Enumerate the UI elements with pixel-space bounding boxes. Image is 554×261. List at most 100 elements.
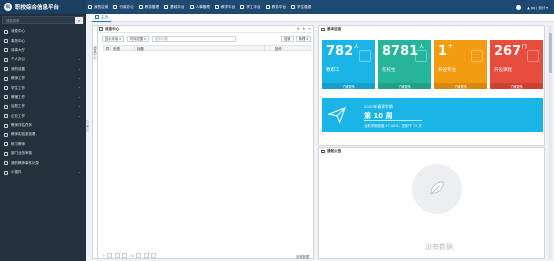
sidebar-item-label: 练习教师 [11, 141, 25, 146]
nav-teaching[interactable]: 教学平台 [214, 0, 235, 14]
learn-more-link[interactable]: 了解更多 [378, 83, 431, 89]
academic-icon [138, 5, 143, 9]
side-label-text: 消息中心 [92, 46, 97, 59]
sidebar-item[interactable]: 教师实验室查看 [0, 130, 86, 139]
last-page-button[interactable] [143, 253, 149, 258]
learn-more-link[interactable]: 了解更多 [322, 83, 375, 89]
prev-page-button[interactable] [114, 253, 120, 258]
brand[interactable]: 科 职校综合信息平台 [0, 0, 86, 14]
stat-card-staff[interactable]: 782 人 教职工 了解更多 [322, 40, 375, 89]
nav-payment[interactable]: 学生缴费 [291, 0, 311, 14]
chevron-down-icon: ⌄ [77, 75, 81, 80]
manage-dropdown[interactable]: 管理 ▾ [295, 35, 311, 42]
title-search-input[interactable]: 搜索标题 [151, 35, 236, 42]
user-menu[interactable]: ▲ qq | 设计 ▾ [527, 5, 548, 10]
menu-icon [4, 123, 8, 128]
chevron-down-icon: ⌄ [77, 66, 81, 71]
search-button[interactable]: 搜索 [281, 35, 294, 42]
stat-card-students[interactable]: 8781 人 在校生 了解更多 [378, 40, 431, 89]
panel-tools: ⚙ ↻ ✕ [297, 27, 311, 31]
teaching-icon [214, 5, 219, 9]
nav-academic[interactable]: 教务管理 [138, 0, 159, 14]
menu-icon [4, 161, 8, 166]
time-range-label: 时间范围 ▾ [129, 37, 146, 41]
top-nav: 我的应用 行政办公 教务管理 基础平台 人事管理 教学平台 学工平台 教务平台 … [88, 0, 316, 14]
panel-side-label[interactable]: 消息中心 [93, 26, 98, 260]
term-progress-card: 2020年春季学期 第 10 周 当前学期进度 47.00%，还剩下 72 天 [322, 98, 543, 132]
sidebar-collapse-toggle[interactable]: ◂ [86, 120, 89, 132]
menu-icon [4, 76, 8, 81]
nav-hr[interactable]: 人事管理 [189, 0, 210, 14]
nav-student-affairs[interactable]: 学工平台 [240, 0, 261, 14]
search-input[interactable]: 搜索菜单 [6, 18, 20, 23]
status-filter[interactable]: 显示未读 ▾ [102, 35, 124, 42]
sidebar-item[interactable]: 消息中心 [0, 27, 86, 36]
stat-unit: 人 [354, 45, 359, 50]
sidebar-item[interactable]: 我的设置 ⌄ [0, 65, 86, 74]
sidebar-item[interactable]: 练习教师 [0, 140, 86, 149]
sidebar-item[interactable]: 企业工作 ⌄ [0, 112, 86, 121]
sidebar-item-label: 部门业务审核 [11, 151, 32, 156]
chevron-down-icon: ⌄ [77, 57, 81, 62]
menu-icon [4, 57, 8, 62]
sidebar-item[interactable]: 我的教师事件记录 [0, 158, 86, 167]
stat-value: 782 [326, 44, 354, 59]
sidebar-item[interactable]: 个人办公 ⌄ [0, 55, 86, 64]
nav-admin-office[interactable]: 行政办公 [113, 0, 134, 14]
refresh-page-button[interactable] [151, 253, 157, 258]
sidebar-item[interactable]: 学生工作 ⌄ [0, 83, 86, 92]
nav-label: 我的应用 [94, 4, 109, 9]
sidebar-item[interactable]: 部门业务审核 [0, 149, 86, 158]
close-icon[interactable]: ✕ [308, 27, 311, 31]
learn-more-link[interactable]: 了解更多 [490, 83, 543, 89]
sidebar-item[interactable]: 待事大厅 [0, 46, 86, 55]
page-scrollbar[interactable] [548, 25, 552, 259]
select-all-checkbox[interactable] [105, 46, 109, 50]
settings-icon[interactable]: ⚙ [297, 27, 300, 31]
stat-label: 开设课程 [494, 68, 512, 73]
tab-label: 主页 [101, 14, 109, 19]
learn-more-link[interactable]: 了解更多 [434, 83, 487, 89]
stat-card-courses[interactable]: 267 门 开设课程 了解更多 [490, 40, 543, 89]
sidebar-item[interactable]: 教师评估任务 [0, 121, 86, 130]
term-progress-text: 当前学期进度 47.00%，还剩下 72 天 [364, 124, 422, 128]
sidebar-item[interactable]: 事务中心 [0, 36, 86, 45]
next-page-button[interactable] [136, 253, 142, 258]
search-icon[interactable]: ⌕ [75, 17, 83, 24]
chevron-down-icon: ⌄ [77, 169, 81, 174]
sidebar-item-label: 企业工作 [11, 113, 25, 118]
sidebar: 搜索菜单 ⌕ 消息中心 事务中心 待事大厅 个人办公 ⌄ 我的设置 ⌄ 教师工作 ⌄ … [0, 14, 86, 261]
tab-home[interactable]: 主页 [92, 14, 112, 22]
scrollbar-thumb[interactable] [548, 33, 552, 73]
sidebar-item-label: 后勤工作 [11, 104, 25, 109]
stat-label: 开设专业 [438, 68, 456, 73]
sidebar-item[interactable]: 小插件 ⌄ [0, 168, 86, 177]
panel-title: 消息中心 [105, 26, 120, 31]
message-toolbar: 显示未读 ▾ 时间范围 ▾ 搜索标题 搜索 管理 ▾ [99, 34, 314, 43]
pager-info: 没有数据 [295, 254, 309, 259]
nav-edu-platform[interactable]: 教务平台 [265, 0, 286, 14]
sidebar-item[interactable]: 教辅工作 ⌄ [0, 93, 86, 102]
page-number-input[interactable] [122, 253, 128, 258]
sidebar-item-label: 消息中心 [11, 29, 25, 34]
stat-number: 782 人 [326, 45, 359, 58]
time-range-filter[interactable]: 时间范围 ▾ [126, 35, 149, 42]
stat-label: 在校生 [382, 68, 396, 73]
avatar[interactable] [516, 4, 522, 10]
refresh-icon[interactable]: ↻ [303, 27, 306, 31]
stat-card-majors[interactable]: 1个 开设专业 了解更多 [434, 40, 487, 89]
menu-icon [4, 67, 8, 72]
menu-search[interactable]: 搜索菜单 ⌕ [2, 16, 84, 24]
page-size-select[interactable]: ▾ [103, 254, 105, 258]
column-title[interactable]: 标题 [134, 45, 264, 51]
nav-my-apps[interactable]: 我的应用 [88, 0, 108, 14]
sidebar-item[interactable]: 教师工作 ⌄ [0, 74, 86, 83]
nav-base-platform[interactable]: 基础平台 [164, 0, 185, 14]
menu-icon [4, 151, 8, 156]
user-area: ▲ qq | 设计 ▾ [516, 0, 548, 14]
first-page-button[interactable] [107, 253, 113, 258]
sidebar-item-label: 教师工作 [11, 76, 25, 81]
column-source[interactable]: 来源 [110, 45, 134, 51]
sidebar-item[interactable]: 后勤工作 ⌄ [0, 102, 86, 111]
nav-label: 教务平台 [271, 4, 286, 9]
